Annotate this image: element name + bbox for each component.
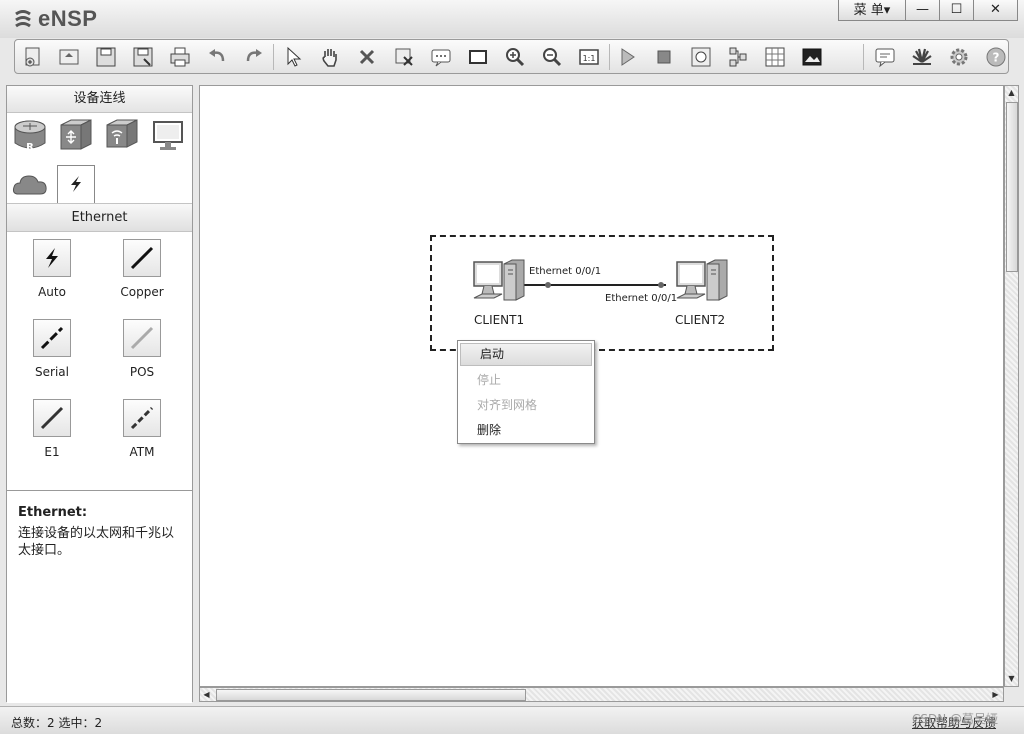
topology-canvas[interactable] (199, 85, 1004, 687)
toolbar-separator (609, 44, 610, 70)
delete-link-icon[interactable] (392, 45, 416, 69)
horizontal-scrollbar[interactable]: ◀ ▶ (199, 687, 1004, 702)
device-panel-header: 设备连线 (7, 86, 192, 113)
scroll-up-icon[interactable]: ▲ (1005, 86, 1018, 99)
toolbar-separator (863, 44, 864, 70)
text-note-icon[interactable] (429, 45, 453, 69)
ethernet-link[interactable] (520, 280, 670, 290)
delete-icon[interactable] (355, 45, 379, 69)
vertical-scrollbar[interactable]: ▲ ▼ (1004, 85, 1019, 687)
redo-icon[interactable] (242, 45, 266, 69)
description-title: Ethernet: (18, 505, 88, 520)
maximize-button[interactable]: ☐ (940, 0, 974, 21)
status-bar: 总数：2 选中：2 获取帮助与反馈 (0, 706, 1024, 734)
atm-cable-icon (130, 406, 154, 430)
cable-label: Serial (35, 365, 69, 379)
menu-item-align-grid[interactable]: 对齐到网格 (458, 393, 594, 418)
help-icon[interactable]: ? (984, 45, 1008, 69)
cable-description: Ethernet: 连接设备的以太网和千兆以太接口。 (7, 490, 192, 703)
device-label-client2: CLIENT2 (675, 313, 726, 327)
select-pointer-icon[interactable] (281, 45, 305, 69)
print-icon[interactable] (168, 45, 192, 69)
router-icon[interactable]: R (11, 117, 49, 155)
zoom-out-icon[interactable] (540, 45, 564, 69)
terminal-icon[interactable] (149, 117, 187, 155)
scroll-left-icon[interactable]: ◀ (200, 688, 213, 701)
cable-auto[interactable]: Auto (17, 239, 87, 299)
svg-text:R: R (26, 142, 34, 153)
vertical-scroll-thumb[interactable] (1006, 102, 1018, 272)
context-menu: 启动 停止 对齐到网格 删除 (457, 340, 595, 444)
wlan-icon[interactable] (103, 117, 141, 155)
connection-category-tab[interactable] (57, 165, 95, 203)
cable-e1[interactable]: E1 (17, 399, 87, 459)
huawei-icon[interactable] (910, 45, 934, 69)
auto-cable-icon (46, 248, 58, 268)
ensp-logo-icon (15, 10, 31, 28)
main-toolbar: 1:1 ? (14, 39, 1009, 74)
close-button[interactable]: ✕ (974, 0, 1018, 21)
pan-hand-icon[interactable] (318, 45, 342, 69)
svg-text:?: ? (993, 51, 1000, 65)
menu-item-start[interactable]: 启动 (460, 343, 592, 366)
cable-pos[interactable]: POS (107, 319, 177, 379)
screenshot-icon[interactable] (800, 45, 824, 69)
cable-label: Copper (120, 285, 164, 299)
status-count: 总数：2 选中：2 (11, 716, 103, 730)
cable-label: Auto (38, 285, 66, 299)
zoom-in-icon[interactable] (503, 45, 527, 69)
topology-icon[interactable] (726, 45, 750, 69)
pc-icon[interactable] (470, 258, 526, 310)
save-icon[interactable] (94, 45, 118, 69)
capture-data-icon[interactable] (689, 45, 713, 69)
forum-icon[interactable] (873, 45, 897, 69)
cable-copper[interactable]: Copper (107, 239, 177, 299)
connection-icon (71, 176, 81, 192)
menu-item-delete[interactable]: 删除 (458, 418, 594, 443)
svg-text:1:1: 1:1 (583, 54, 596, 63)
description-text: 连接设备的以太网和千兆以太接口。 (18, 526, 175, 558)
copper-cable-icon (130, 246, 154, 270)
menu-item-stop[interactable]: 停止 (458, 368, 594, 393)
scroll-down-icon[interactable]: ▼ (1005, 672, 1018, 685)
start-device-icon[interactable] (615, 45, 639, 69)
minimize-button[interactable]: — (906, 0, 940, 21)
horizontal-scroll-thumb[interactable] (216, 689, 526, 701)
port-label-b: Ethernet 0/0/1 (605, 293, 678, 304)
main-menu-button[interactable]: 菜 单▾ (838, 0, 906, 21)
cable-label: ATM (129, 445, 155, 459)
undo-icon[interactable] (205, 45, 229, 69)
watermark: CSDN @葛吴娅 (912, 712, 999, 726)
e1-cable-icon (40, 406, 64, 430)
cloud-icon[interactable] (11, 166, 49, 204)
serial-cable-icon (40, 326, 64, 350)
device-label-client1: CLIENT1 (474, 313, 525, 327)
switch-icon[interactable] (57, 117, 95, 155)
grid-icon[interactable] (763, 45, 787, 69)
cable-type-header: Ethernet (7, 203, 192, 232)
pc-icon[interactable] (673, 258, 729, 310)
fit-view-icon[interactable]: 1:1 (577, 45, 601, 69)
cable-atm[interactable]: ATM (107, 399, 177, 459)
scroll-right-icon[interactable]: ▶ (989, 688, 1002, 701)
cable-label: POS (129, 365, 155, 379)
rectangle-icon[interactable] (466, 45, 490, 69)
cable-serial[interactable]: Serial (17, 319, 87, 379)
toolbar-separator (273, 44, 274, 70)
cable-label: E1 (44, 445, 60, 459)
title-bar: eNSP 菜 单▾ — ☐ ✕ (0, 0, 1024, 38)
device-panel: 设备连线 R Ethernet Auto Copper Serial POS E… (6, 85, 193, 703)
save-as-icon[interactable] (131, 45, 155, 69)
open-icon[interactable] (57, 45, 81, 69)
pos-cable-icon (130, 326, 154, 350)
settings-icon[interactable] (947, 45, 971, 69)
app-logo: eNSP (12, 6, 97, 32)
port-label-a: Ethernet 0/0/1 (529, 266, 602, 277)
stop-device-icon[interactable] (652, 45, 676, 69)
new-topology-icon[interactable] (21, 45, 45, 69)
app-title: eNSP (38, 6, 98, 31)
